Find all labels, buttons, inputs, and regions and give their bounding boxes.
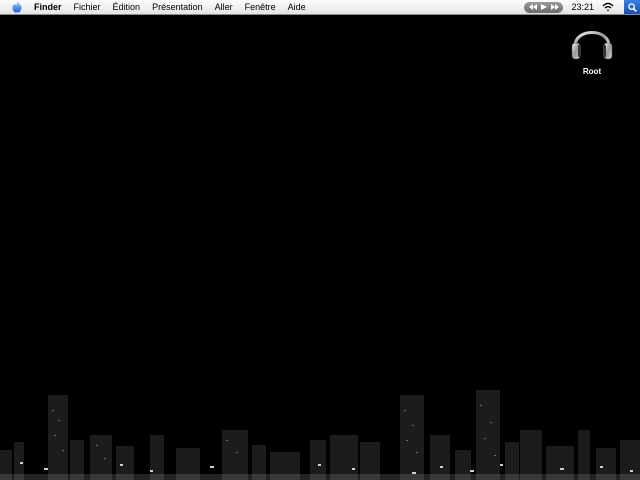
spotlight-search-icon bbox=[627, 2, 637, 12]
menu-extras: 23:21 bbox=[524, 0, 640, 14]
wifi-icon bbox=[602, 2, 614, 12]
menu-fichier[interactable]: Fichier bbox=[68, 0, 107, 14]
play-icon bbox=[540, 4, 547, 10]
next-icon bbox=[550, 4, 559, 10]
apple-logo-icon bbox=[12, 1, 22, 13]
spotlight-button[interactable] bbox=[624, 0, 640, 14]
menu-edition[interactable]: Édition bbox=[107, 0, 147, 14]
menu-aller[interactable]: Aller bbox=[209, 0, 239, 14]
menu-presentation[interactable]: Présentation bbox=[146, 0, 209, 14]
headphones-icon bbox=[571, 31, 613, 60]
media-controls bbox=[524, 1, 564, 13]
play-button[interactable] bbox=[538, 2, 549, 13]
wallpaper-skyline bbox=[0, 390, 640, 480]
menu-aide[interactable]: Aide bbox=[282, 0, 312, 14]
apple-menu[interactable] bbox=[10, 0, 24, 14]
previous-icon bbox=[528, 4, 537, 10]
desktop-icon-label: Root bbox=[582, 67, 602, 76]
menu-finder[interactable]: Finder bbox=[32, 0, 68, 14]
next-button[interactable] bbox=[549, 2, 560, 13]
desktop-icon-root[interactable]: Root bbox=[564, 18, 620, 76]
menu-clock[interactable]: 23:21 bbox=[571, 2, 594, 12]
menu-bar: Finder Fichier Édition Présentation Alle… bbox=[0, 0, 640, 15]
menu-fenetre[interactable]: Fenêtre bbox=[239, 0, 282, 14]
previous-button[interactable] bbox=[527, 2, 538, 13]
wifi-status[interactable] bbox=[602, 1, 616, 13]
